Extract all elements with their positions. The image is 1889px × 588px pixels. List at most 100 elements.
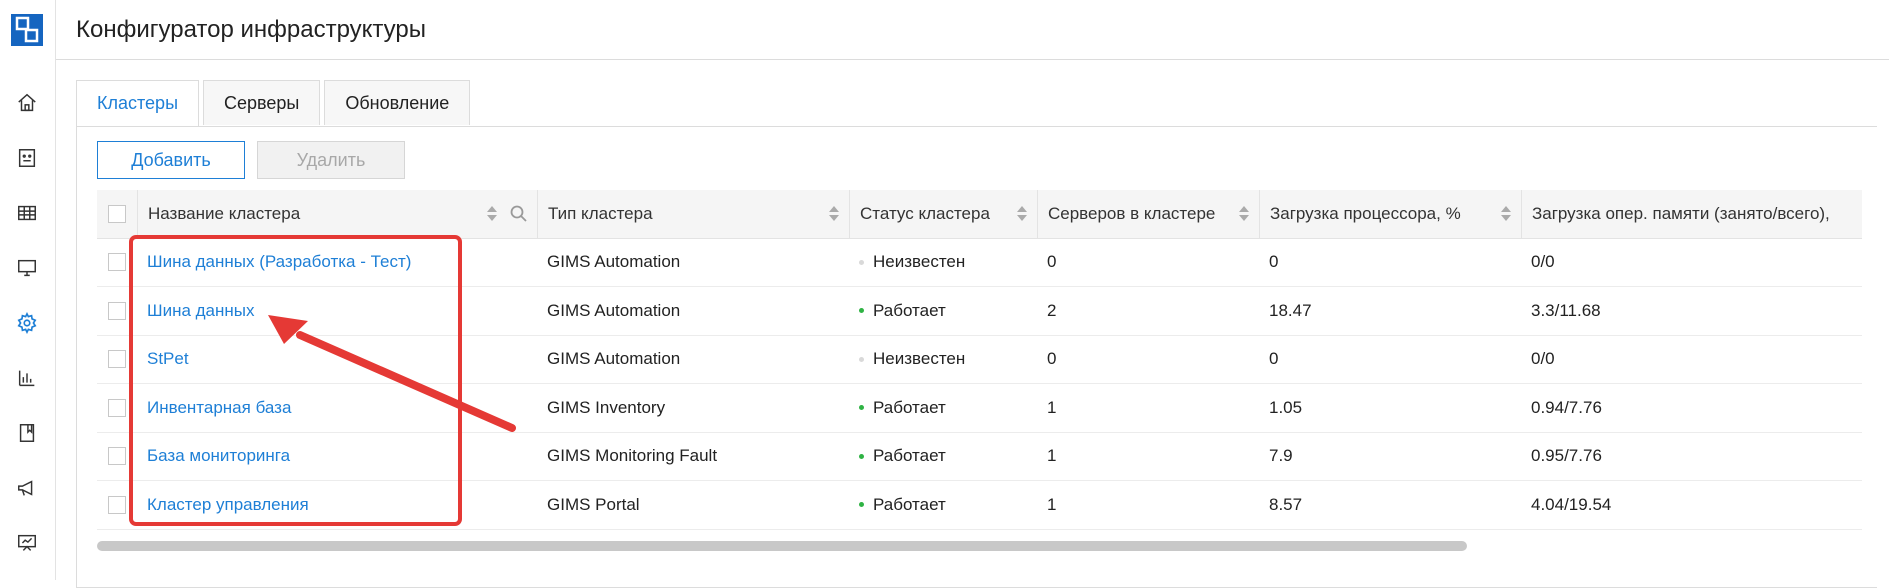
- column-header-status[interactable]: Статус кластера: [849, 190, 1037, 238]
- home-icon: [18, 93, 36, 112]
- column-header-label: Название кластера: [148, 204, 301, 223]
- cell-text: 1: [1047, 446, 1057, 465]
- logo-icon: [11, 14, 43, 46]
- cell-mem: 0.95/7.76: [1521, 432, 1862, 480]
- sort-icon[interactable]: [1017, 206, 1027, 222]
- cell-text: GIMS Inventory: [547, 397, 666, 417]
- sidebar-item-table[interactable]: [12, 198, 42, 228]
- cell-name[interactable]: StPet: [137, 335, 537, 383]
- column-header-label: Загрузка процессора, %: [1270, 204, 1461, 223]
- row-checkbox[interactable]: [108, 350, 126, 368]
- row-checkbox[interactable]: [108, 398, 126, 417]
- presentation-icon: [18, 534, 36, 551]
- table-row[interactable]: Шина данных GIMS Automation Работает 2 18.47…: [97, 287, 1862, 336]
- megaphone-icon: [18, 480, 33, 496]
- sidebar-item-monitor[interactable]: [12, 253, 42, 283]
- cell-text: GIMS Portal: [547, 494, 640, 514]
- cluster-name-link[interactable]: Кластер управления: [147, 495, 309, 515]
- sort-icon[interactable]: [1239, 206, 1249, 222]
- column-header-cpu[interactable]: Загрузка процессора, %: [1259, 190, 1521, 238]
- cell-status: Неизвестен: [849, 335, 1037, 383]
- cell-servers: 1: [1037, 481, 1259, 529]
- select-all-checkbox[interactable]: [108, 205, 126, 223]
- cluster-name-link[interactable]: Шина данных: [147, 301, 255, 321]
- header: Конфигуратор инфраструктуры: [56, 0, 1889, 60]
- cell-servers: 0: [1037, 238, 1259, 286]
- cell-status: Работает: [849, 384, 1037, 432]
- sort-icon[interactable]: [1501, 206, 1511, 222]
- cluster-name-link[interactable]: Шина данных (Разработка - Тест): [147, 252, 411, 272]
- cell-cpu: 18.47: [1259, 287, 1521, 335]
- sidebar-item-home[interactable]: [12, 88, 42, 118]
- cell-text: 7.9: [1269, 446, 1293, 465]
- horizontal-scrollbar[interactable]: [97, 541, 1467, 551]
- sort-icon[interactable]: [487, 206, 497, 222]
- cell-servers: 1: [1037, 384, 1259, 432]
- add-button[interactable]: Добавить: [97, 141, 245, 179]
- cell-text: Работает: [873, 397, 946, 417]
- table-row[interactable]: Инвентарная база GIMS Inventory Работает 1 1…: [97, 384, 1862, 433]
- column-header-memory[interactable]: Загрузка опер. памяти (занято/всего),: [1521, 190, 1862, 238]
- table-row[interactable]: StPet GIMS Automation Неизвестен 0 0 0/0: [97, 335, 1862, 384]
- cell-text: 4.04/19.54: [1531, 494, 1612, 514]
- cluster-name-link[interactable]: StPet: [147, 349, 189, 369]
- cell-text: 0/0: [1531, 349, 1555, 368]
- cell-text: 0: [1269, 252, 1279, 271]
- cell-name[interactable]: База мониторинга: [137, 432, 537, 480]
- cell-text: Неизвестен: [873, 252, 966, 271]
- sidebar-item-presentation[interactable]: [12, 528, 42, 558]
- column-header-servers[interactable]: Серверов в кластере: [1037, 190, 1259, 238]
- tab-clusters[interactable]: Кластеры: [76, 80, 199, 127]
- row-select-cell: [97, 384, 137, 432]
- sidebar-item-announcements[interactable]: [12, 473, 42, 503]
- sidebar-item-settings[interactable]: [12, 308, 42, 338]
- cell-name[interactable]: Шина данных (Разработка - Тест): [137, 238, 537, 286]
- cell-text: GIMS Automation: [547, 349, 681, 368]
- tab-servers[interactable]: Серверы: [203, 80, 321, 125]
- cell-cpu: 7.9: [1259, 432, 1521, 480]
- table-row[interactable]: Кластер управления GIMS Portal Работает 1 8.…: [97, 481, 1862, 530]
- cell-status: Работает: [849, 287, 1037, 335]
- cell-name[interactable]: Кластер управления: [137, 481, 537, 529]
- cell-type: GIMS Monitoring Fault: [537, 432, 849, 480]
- status-dot-icon: [859, 259, 864, 265]
- cell-text: 1.05: [1269, 397, 1303, 417]
- cell-text: 0.95/7.76: [1531, 446, 1602, 465]
- cluster-name-link[interactable]: База мониторинга: [147, 446, 290, 466]
- cell-servers: 1: [1037, 432, 1259, 480]
- cell-mem: 0/0: [1521, 335, 1862, 383]
- sidebar-item-docs[interactable]: [12, 418, 42, 448]
- status-dot-icon: [859, 405, 864, 410]
- column-header-label: Серверов в кластере: [1048, 204, 1216, 223]
- status-dot-icon: [859, 502, 864, 507]
- cell-type: GIMS Portal: [537, 481, 849, 529]
- sidebar: [0, 0, 56, 580]
- column-header-name[interactable]: Название кластера: [137, 190, 537, 238]
- sidebar-item-reports[interactable]: [12, 363, 42, 393]
- table-row[interactable]: Шина данных (Разработка - Тест) GIMS Auto…: [97, 238, 1862, 287]
- dashboard-icon: [18, 149, 36, 167]
- cell-text: 0: [1269, 349, 1279, 368]
- cell-status: Работает: [849, 432, 1037, 480]
- search-icon[interactable]: [509, 204, 529, 224]
- tab-updates[interactable]: Обновление: [324, 80, 471, 125]
- row-checkbox[interactable]: [108, 495, 126, 514]
- cell-name[interactable]: Инвентарная база: [137, 384, 537, 432]
- row-select-cell: [97, 287, 137, 335]
- sort-icon[interactable]: [829, 206, 839, 222]
- table-row[interactable]: База мониторинга GIMS Monitoring Fault Раб…: [97, 432, 1862, 481]
- row-checkbox[interactable]: [108, 301, 126, 320]
- cell-text: 0/0: [1531, 252, 1555, 271]
- column-header-type[interactable]: Тип кластера: [537, 190, 849, 238]
- delete-button[interactable]: Удалить: [257, 141, 405, 179]
- row-checkbox[interactable]: [108, 447, 126, 465]
- cell-cpu: 0: [1259, 238, 1521, 286]
- cell-text: Работает: [873, 300, 946, 320]
- sidebar-item-dashboard[interactable]: [12, 143, 42, 173]
- cell-status: Неизвестен: [849, 238, 1037, 286]
- row-checkbox[interactable]: [108, 253, 126, 271]
- cluster-name-link[interactable]: Инвентарная база: [147, 398, 291, 418]
- cell-status: Работает: [849, 481, 1037, 529]
- cell-name[interactable]: Шина данных: [137, 287, 537, 335]
- cell-text: GIMS Monitoring Fault: [547, 446, 718, 465]
